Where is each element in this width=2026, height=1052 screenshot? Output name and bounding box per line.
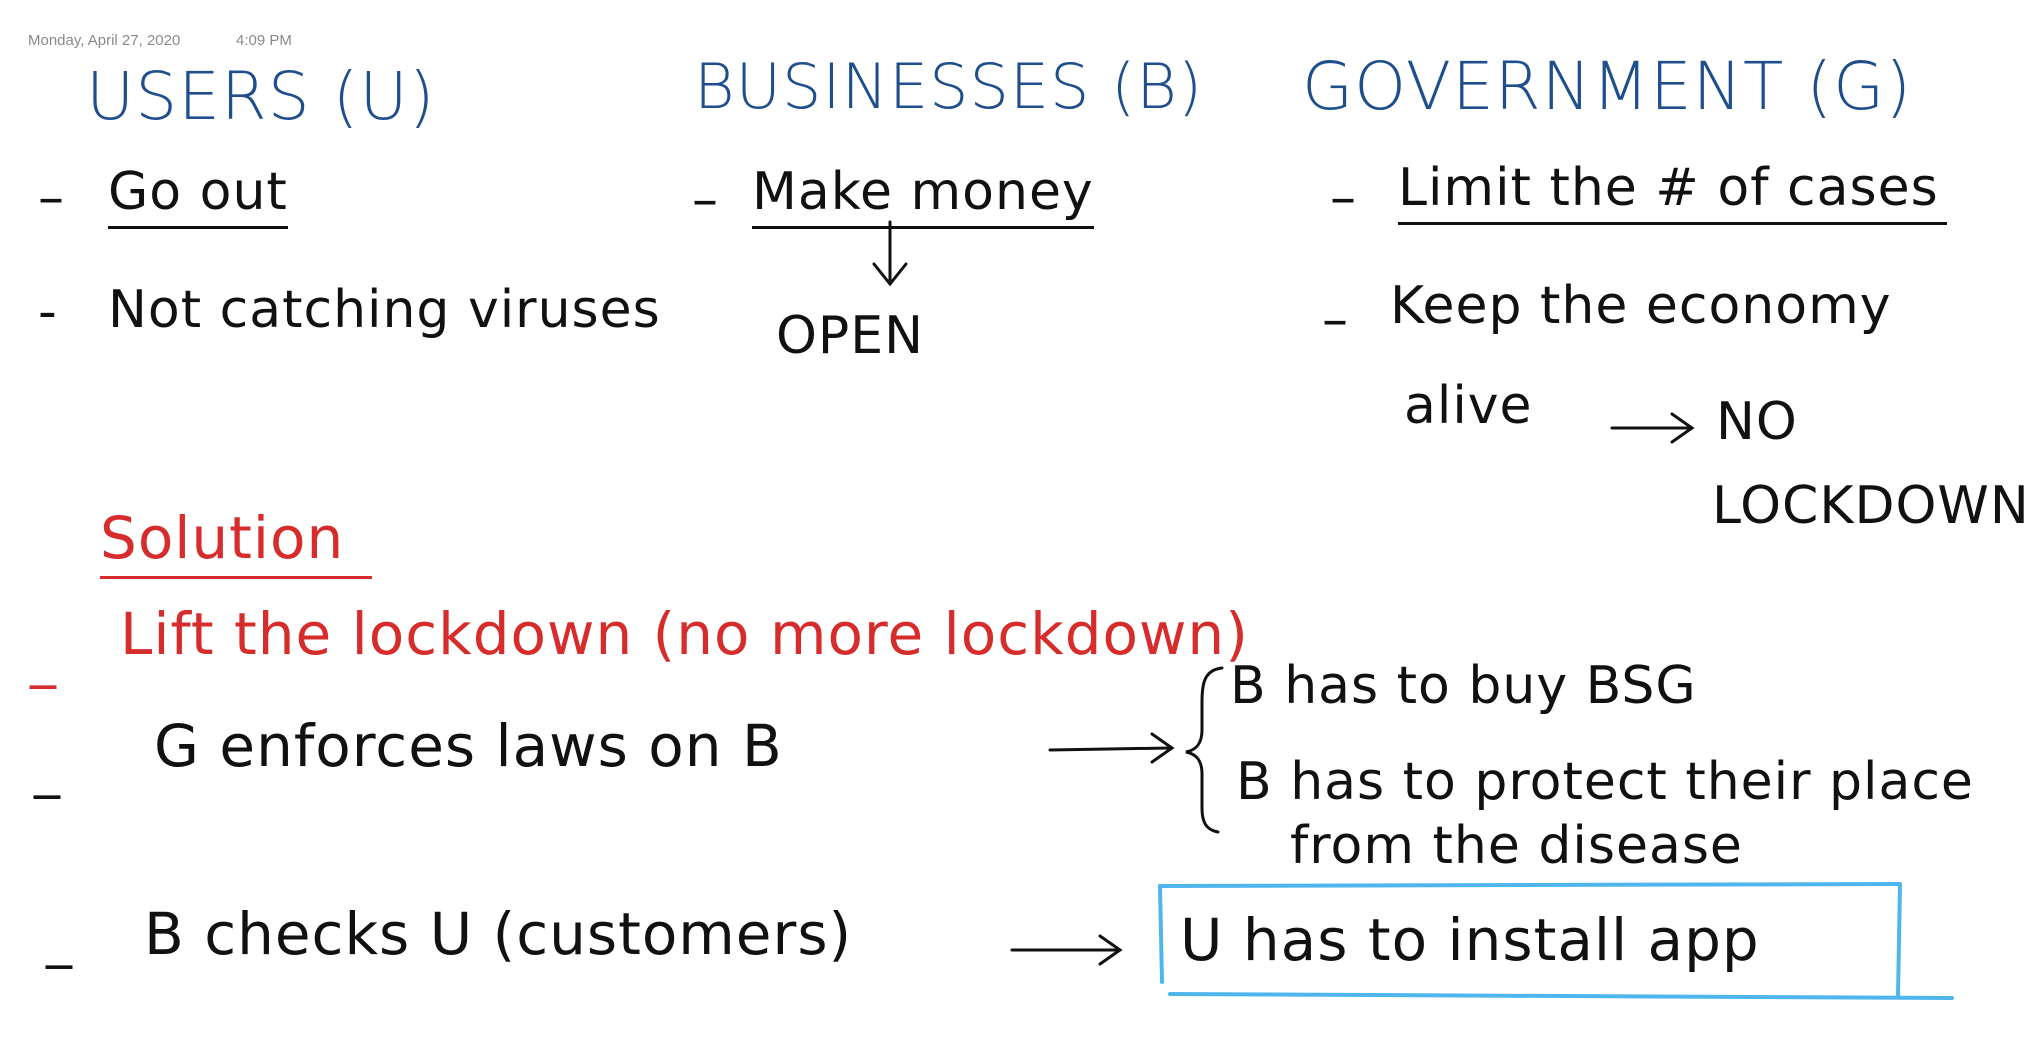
arrow-enforce-to-rules-icon [1048, 732, 1175, 764]
curly-brace-icon [1185, 666, 1224, 834]
down-arrow-icon [872, 220, 908, 287]
arrow-alive-to-no-icon [1610, 412, 1695, 444]
ink-strokes [872, 220, 1954, 1000]
arrow-checks-to-install-icon [1010, 934, 1123, 966]
install-app-highlight-box [1158, 882, 1954, 1000]
